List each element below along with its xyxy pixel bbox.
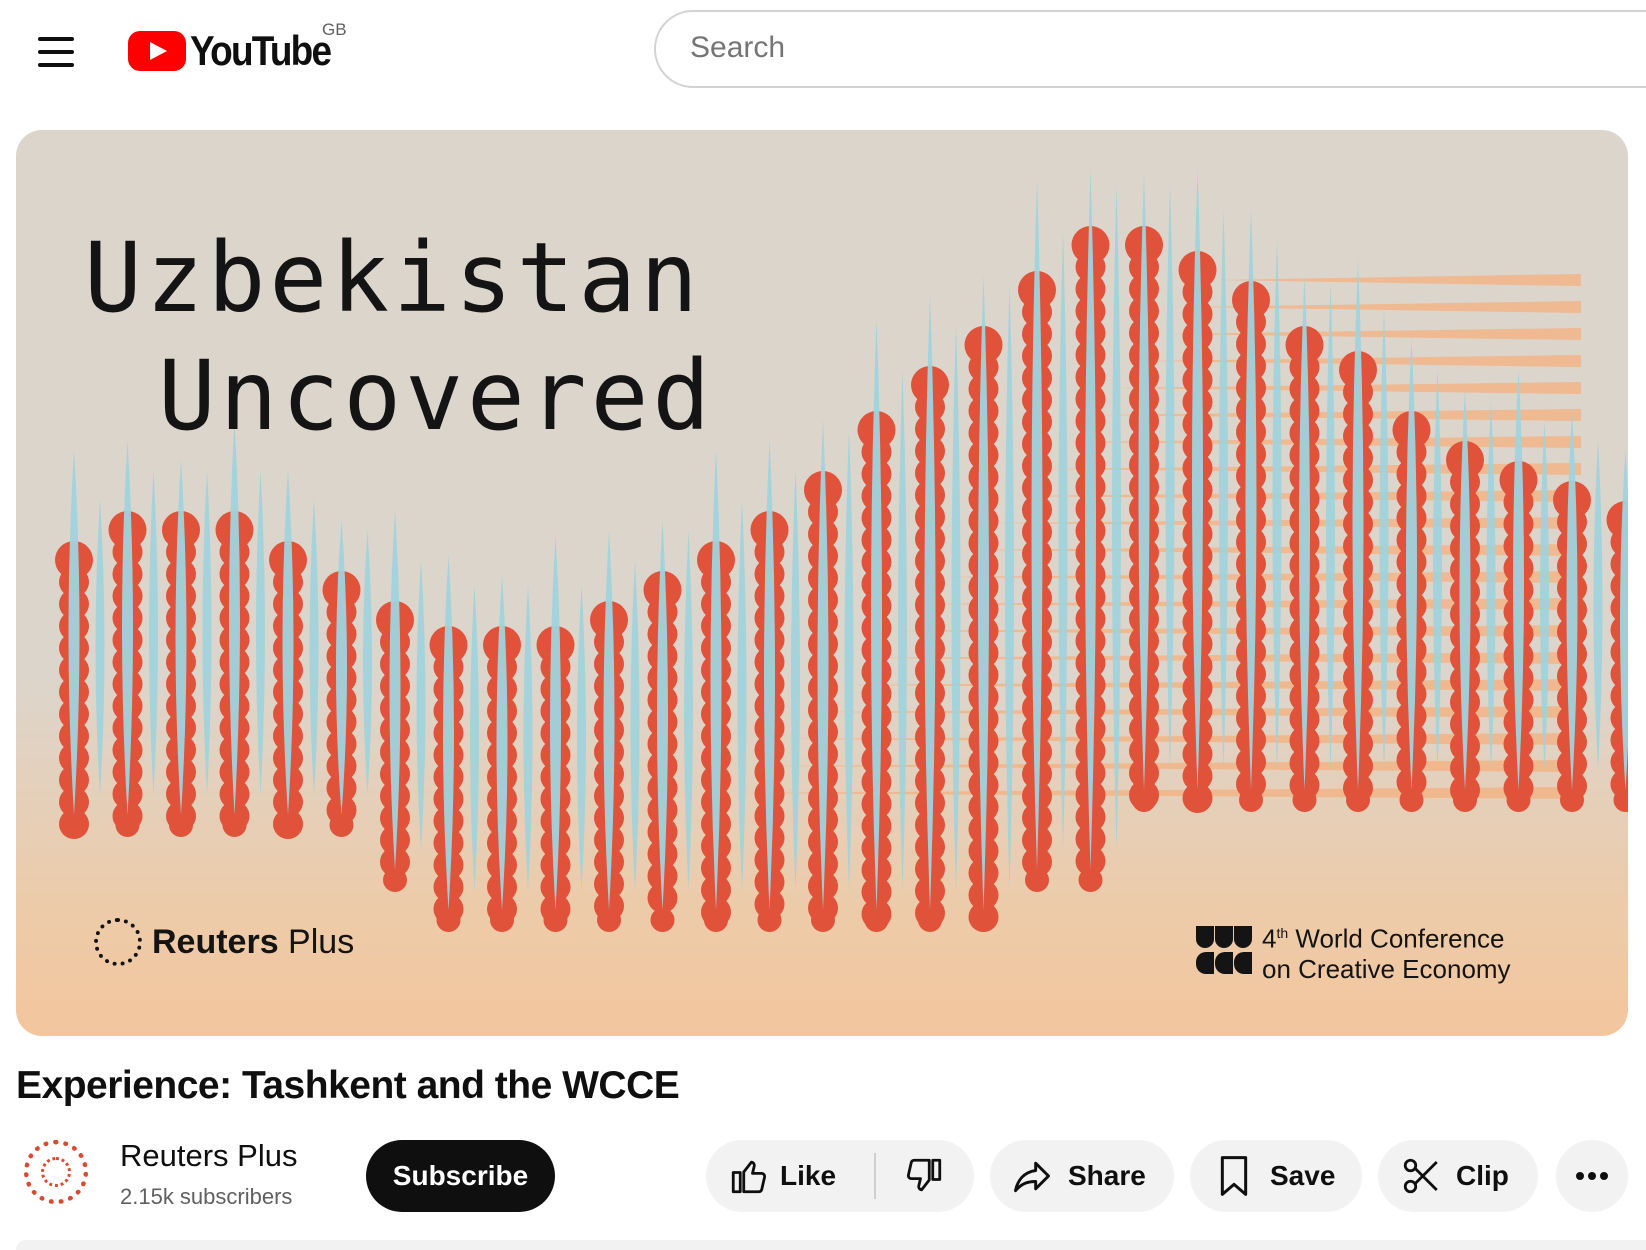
like-label: Like <box>780 1160 837 1191</box>
thumbnail-title-line2: Uncovered <box>158 340 715 452</box>
reuters-dot-ring-icon <box>94 918 142 966</box>
wcce-mark-icon <box>1196 925 1252 976</box>
thumbs-down-icon <box>906 1158 942 1192</box>
video-player-thumbnail[interactable]: Uzbekistan Uncovered Reuters Plus 4th Wo… <box>16 130 1628 1036</box>
share-label: Share <box>1068 1160 1146 1191</box>
wcce-line1: World Conference <box>1295 923 1505 954</box>
like-dislike-group: Like <box>706 1140 974 1212</box>
section-divider <box>16 1240 1646 1250</box>
more-actions-button[interactable] <box>1556 1140 1628 1212</box>
youtube-logo[interactable]: YouTube <box>128 27 349 74</box>
bookmark-icon <box>1220 1156 1248 1196</box>
wcce-ordinal-suffix: th <box>1276 925 1289 941</box>
clip-button[interactable]: Clip <box>1378 1140 1538 1212</box>
wcce-line2: on Creative Economy <box>1262 953 1511 984</box>
search-input[interactable] <box>688 30 1592 66</box>
share-arrow-icon <box>1014 1161 1050 1193</box>
subscriber-count: 2.15k subscribers <box>120 1184 293 1209</box>
dislike-button[interactable] <box>876 1140 972 1212</box>
reuters-logo-bold: Reuters <box>152 922 279 961</box>
top-bar: YouTube GB <box>0 0 1646 110</box>
like-button[interactable]: Like <box>706 1140 874 1212</box>
reuters-plus-logo: Reuters Plus <box>94 918 354 966</box>
youtube-play-icon <box>128 31 186 71</box>
thumbs-up-icon <box>731 1160 767 1194</box>
channel-name[interactable]: Reuters Plus <box>120 1138 297 1174</box>
logo-text: YouTube <box>190 27 332 74</box>
share-button[interactable]: Share <box>990 1140 1174 1212</box>
save-label: Save <box>1270 1160 1336 1191</box>
save-button[interactable]: Save <box>1190 1140 1362 1212</box>
video-title: Experience: Tashkent and the WCCE <box>16 1064 680 1107</box>
reuters-logo-light: Plus <box>278 922 355 961</box>
clip-label: Clip <box>1456 1160 1509 1191</box>
search-box[interactable] <box>654 10 1646 88</box>
channel-avatar[interactable] <box>24 1140 88 1204</box>
hamburger-menu-icon[interactable] <box>30 26 82 78</box>
thumbnail-title-line1: Uzbekistan <box>84 222 702 334</box>
more-horizontal-icon <box>1576 1172 1608 1180</box>
wcce-logo: 4th World Conference on Creative Economy <box>1196 918 1511 984</box>
scissors-icon <box>1403 1158 1438 1194</box>
subscribe-button[interactable]: Subscribe <box>366 1140 555 1212</box>
region-code: GB <box>322 20 347 39</box>
wcce-ordinal: 4 <box>1262 923 1277 954</box>
